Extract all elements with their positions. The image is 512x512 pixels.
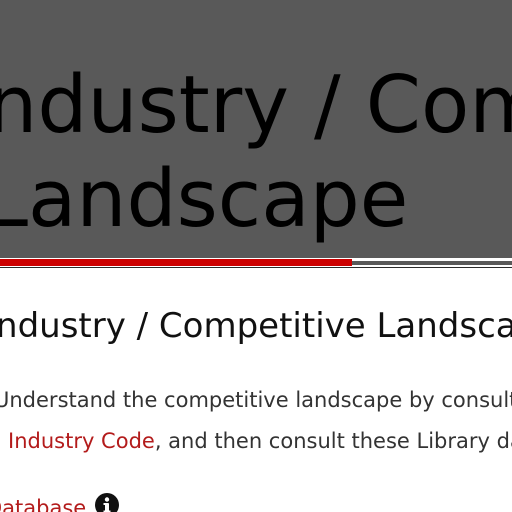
description-line-2-text: , and then consult these Library databas… <box>154 429 512 453</box>
description-line-2: Industry Code, and then consult these Li… <box>8 431 512 452</box>
page: Industry / Competitive Landscape Industr… <box>0 0 512 512</box>
section-title: Industry / Competitive Landscape <box>0 306 512 346</box>
database-row: Database <box>0 492 120 512</box>
description-line-1: Understand the competitive landscape by … <box>0 388 512 412</box>
divider-accent-gray <box>352 261 512 265</box>
banner-divider <box>0 258 512 270</box>
banner-title-line-2: Landscape <box>0 153 409 245</box>
page-banner: Industry / Competitive Landscape <box>0 0 512 258</box>
industry-code-link[interactable]: Industry Code <box>8 429 155 453</box>
database-link[interactable]: Database <box>0 496 86 512</box>
info-circle-icon[interactable] <box>94 492 120 512</box>
divider-rule <box>0 267 512 268</box>
divider-accent-red <box>0 259 352 266</box>
banner-title-line-1: Industry / Competitive <box>0 59 512 151</box>
